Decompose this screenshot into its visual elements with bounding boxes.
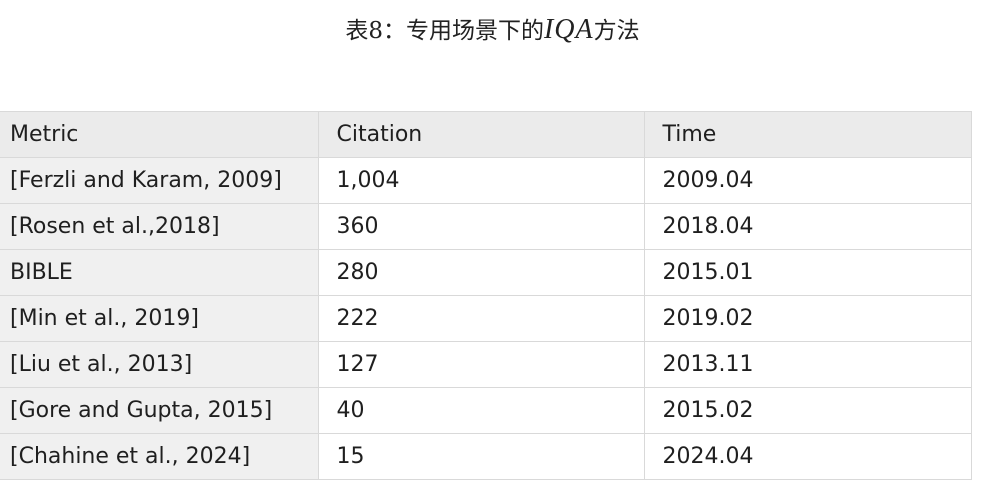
table-caption: 表8：专用场景下的IQA方法 (0, 12, 985, 49)
cell-metric: [Chahine et al., 2024] (0, 433, 319, 480)
column-header-citation: Citation (317, 111, 645, 158)
cell-time: 2015.01 (643, 249, 972, 296)
table-caption-zh-end: 方法 (593, 18, 640, 44)
cell-metric: [Ferzli and Karam, 2009] (0, 157, 319, 204)
cell-metric: [Gore and Gupta, 2015] (0, 387, 319, 434)
cell-time: 2015.02 (643, 387, 972, 434)
cell-citation: 280 (317, 249, 645, 296)
cell-citation: 40 (317, 387, 645, 434)
cell-citation: 222 (317, 295, 645, 342)
cell-metric: [Rosen et al.,2018] (0, 203, 319, 250)
column-header-metric: Metric (0, 111, 319, 158)
document-page: 表8：专用场景下的IQA方法 Metric Citation Time [Fer… (0, 0, 985, 501)
cell-time: 2013.11 (643, 341, 972, 388)
iqa-methods-table: Metric Citation Time [Ferzli and Karam, … (0, 111, 972, 480)
table-header-row: Metric Citation Time (0, 111, 972, 158)
table-row: BIBLE 280 2015.01 (0, 249, 972, 296)
table-row: [Gore and Gupta, 2015] 40 2015.02 (0, 387, 972, 434)
column-header-time: Time (643, 111, 972, 158)
cell-metric: [Liu et al., 2013] (0, 341, 319, 388)
table-row: [Ferzli and Karam, 2009] 1,004 2009.04 (0, 157, 972, 204)
cell-time: 2018.04 (643, 203, 972, 250)
table-row: [Min et al., 2019] 222 2019.02 (0, 295, 972, 342)
cell-citation: 15 (317, 433, 645, 480)
table-row: [Rosen et al.,2018] 360 2018.04 (0, 203, 972, 250)
cell-citation: 127 (317, 341, 645, 388)
cell-time: 2019.02 (643, 295, 972, 342)
cell-metric: BIBLE (0, 249, 319, 296)
table-row: [Liu et al., 2013] 127 2013.11 (0, 341, 972, 388)
cell-time: 2024.04 (643, 433, 972, 480)
cell-citation: 1,004 (317, 157, 645, 204)
table-caption-zh: 表8：专用场景下的 (345, 18, 544, 44)
cell-citation: 360 (317, 203, 645, 250)
cell-time: 2009.04 (643, 157, 972, 204)
table-row: [Chahine et al., 2024] 15 2024.04 (0, 433, 972, 480)
cell-metric: [Min et al., 2019] (0, 295, 319, 342)
table-caption-math: IQA (543, 14, 594, 45)
